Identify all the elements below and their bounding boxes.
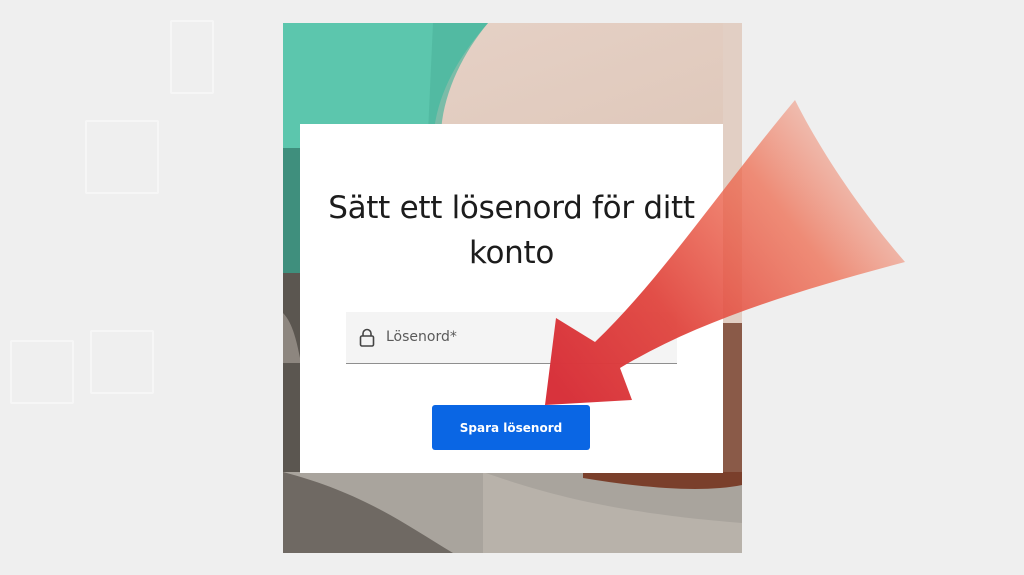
page: Sätt ett lösenord för ditt konto Spara l… bbox=[0, 0, 1024, 575]
password-card: Sätt ett lösenord för ditt konto Spara l… bbox=[300, 124, 723, 473]
save-password-button[interactable]: Spara lösenord bbox=[432, 405, 590, 450]
background-shape bbox=[10, 340, 74, 404]
password-field[interactable] bbox=[346, 312, 677, 364]
page-title: Sätt ett lösenord för ditt konto bbox=[328, 190, 695, 271]
lock-icon bbox=[359, 328, 375, 348]
background-shape bbox=[85, 120, 159, 194]
background-shape bbox=[170, 20, 214, 94]
background-shape bbox=[90, 330, 154, 394]
password-input[interactable] bbox=[386, 312, 666, 362]
